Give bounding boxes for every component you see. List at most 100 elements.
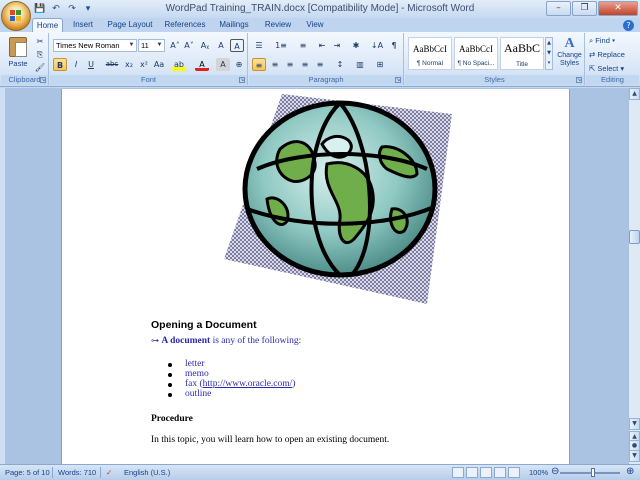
italic-button[interactable]: I [69,58,83,71]
help-icon[interactable]: ? [623,20,634,31]
tab-page-layout[interactable]: Page Layout [104,18,156,32]
zoom-level[interactable]: 100% [529,468,548,477]
change-styles-button[interactable]: A Change Styles [555,36,584,74]
editing-label: Editing [586,75,639,85]
format-painter-icon[interactable]: 🖌 [33,61,47,74]
list-item: memo [185,369,209,379]
grow-font-icon[interactable]: A˄ [168,39,182,52]
enclose-characters-icon[interactable]: ⊕ [232,58,246,71]
increase-indent-icon[interactable]: ⇥ [330,39,344,52]
web-layout-icon[interactable] [480,467,492,478]
line-spacing-icon[interactable]: ↕ [333,58,347,71]
restore-button[interactable]: ❐ [572,1,597,16]
zoom-in-icon[interactable]: ⊕ [626,466,634,477]
superscript-button[interactable]: x² [137,58,151,71]
cut-icon[interactable]: ✂ [33,35,47,48]
decrease-indent-icon[interactable]: ⇤ [315,39,329,52]
proofing-icon[interactable]: ✓ [106,468,112,477]
style-no-spacing[interactable]: AaBbCcI ¶ No Spaci... [454,37,498,70]
sort-icon[interactable]: ↓A [369,39,385,52]
minimize-button[interactable]: – [546,1,571,16]
zoom-out-icon[interactable]: ⊖ [551,466,559,477]
style-normal[interactable]: AaBbCcI ¶ Normal [408,37,452,70]
zoom-slider-thumb[interactable] [591,468,595,477]
paste-label: Paste [8,59,28,68]
styles-group: AaBbCcI ¶ Normal AaBbCcI ¶ No Spaci... A… [405,33,585,85]
list-item-fax: fax (http://www.oracle.com/) [185,379,295,389]
strikethrough-button[interactable]: abc [104,58,120,71]
phonetic-guide-icon[interactable]: A [214,39,228,52]
multilevel-list-icon[interactable]: ≡ [296,39,310,52]
clear-formatting-icon[interactable]: Aᵪ [198,39,212,52]
highlight-icon[interactable]: ab [172,58,186,71]
page-indicator[interactable]: Page: 5 of 10 [5,468,50,477]
bold-button[interactable]: B [53,58,67,71]
font-launcher-icon[interactable]: ↘ [239,77,245,83]
tab-references[interactable]: References [162,18,208,32]
document-page[interactable]: Opening a Document ⊶ A document is any o… [61,89,570,464]
font-size-combo[interactable]: 11 ▼ [138,39,165,52]
show-formatting-marks-icon[interactable]: ¶ [387,39,401,52]
paste-button[interactable]: Paste [4,37,32,75]
full-screen-reading-icon[interactable] [466,467,478,478]
paragraph-launcher-icon[interactable]: ↘ [395,77,401,83]
tab-mailings[interactable]: Mailings [214,18,254,32]
styles-launcher-icon[interactable]: ↘ [576,77,582,83]
bullet-icon [168,393,172,397]
align-right-button[interactable]: ≡ [283,58,297,71]
clipboard-launcher-icon[interactable]: ↘ [40,77,46,83]
vertical-scrollbar[interactable]: ▲ ▼ ▲ ● ▼ [628,88,640,464]
tab-insert[interactable]: Insert [68,18,98,32]
replace-button[interactable]: ⇄ Replace [589,50,625,59]
draft-view-icon[interactable] [508,467,520,478]
select-button[interactable]: ⇱ Select ▾ [589,64,624,73]
zoom-slider[interactable] [560,472,620,474]
print-layout-icon[interactable] [452,467,464,478]
tab-view[interactable]: View [301,18,329,32]
chevron-down-icon: ▼ [156,42,163,48]
find-button[interactable]: ⌕ Find ▾ [589,36,615,46]
scroll-thumb[interactable] [629,230,640,244]
next-page-icon[interactable]: ▼ [629,450,640,462]
styles-scroll[interactable]: ▲ ▼ ▾ [545,37,553,70]
distribute-button[interactable]: ≡ [313,58,327,71]
align-left-button[interactable]: ≡ [252,58,266,71]
copy-icon[interactable]: ⎘ [33,48,47,61]
fax-prefix: fax ( [185,379,203,389]
paragraph-group: ☰ 1≡ ≡ ⇤ ⇥ ✱ ↓A ¶ ≡ ≡ ≡ ≡ ≡ ↕ ▥ ⊞ Paragr… [249,33,404,85]
style-sample: AaBbCcI [413,44,447,54]
scroll-up-icon[interactable]: ▲ [629,88,640,100]
center-button[interactable]: ≡ [268,58,282,71]
bullets-icon[interactable]: ☰ [252,39,266,52]
chinese-layout-icon[interactable]: ✱ [349,39,363,52]
tab-review[interactable]: Review [260,18,296,32]
office-button[interactable] [1,1,31,31]
oracle-link[interactable]: http://www.oracle.com/ [203,379,293,389]
character-shading-icon[interactable]: A [216,58,230,71]
word-count[interactable]: Words: 710 [58,468,96,477]
character-border-icon[interactable]: A [230,39,244,52]
tab-home[interactable]: Home [32,18,63,32]
clipboard-group: Paste ✂ ⎘ 🖌 Clipboard ↘ [1,33,49,85]
bullet-icon [168,373,172,377]
justify-button[interactable]: ≡ [298,58,312,71]
borders-icon[interactable]: ⊞ [373,58,387,71]
language-indicator[interactable]: English (U.S.) [124,468,170,477]
font-label: Font [50,75,247,85]
change-case-button[interactable]: Aa [152,58,166,71]
close-button[interactable]: ✕ [598,1,638,16]
font-name-combo[interactable]: Times New Roman ▼ [53,39,137,52]
scroll-down-icon[interactable]: ▼ [629,418,640,430]
numbering-icon[interactable]: 1≡ [273,39,289,52]
style-title[interactable]: AaBbC Title [500,37,544,70]
outline-view-icon[interactable] [494,467,506,478]
shrink-font-icon[interactable]: A˅ [182,39,196,52]
underline-button[interactable]: U [84,58,98,71]
paste-icon [9,37,27,57]
subscript-button[interactable]: x₂ [122,58,136,71]
font-group: Times New Roman ▼ 11 ▼ A˄ A˅ Aᵪ A A B I … [50,33,248,85]
shading-icon[interactable]: ▥ [353,58,367,71]
select-label: Select [597,64,619,73]
font-color-icon[interactable]: A [195,58,209,71]
chevron-down-icon: ▼ [128,42,135,48]
